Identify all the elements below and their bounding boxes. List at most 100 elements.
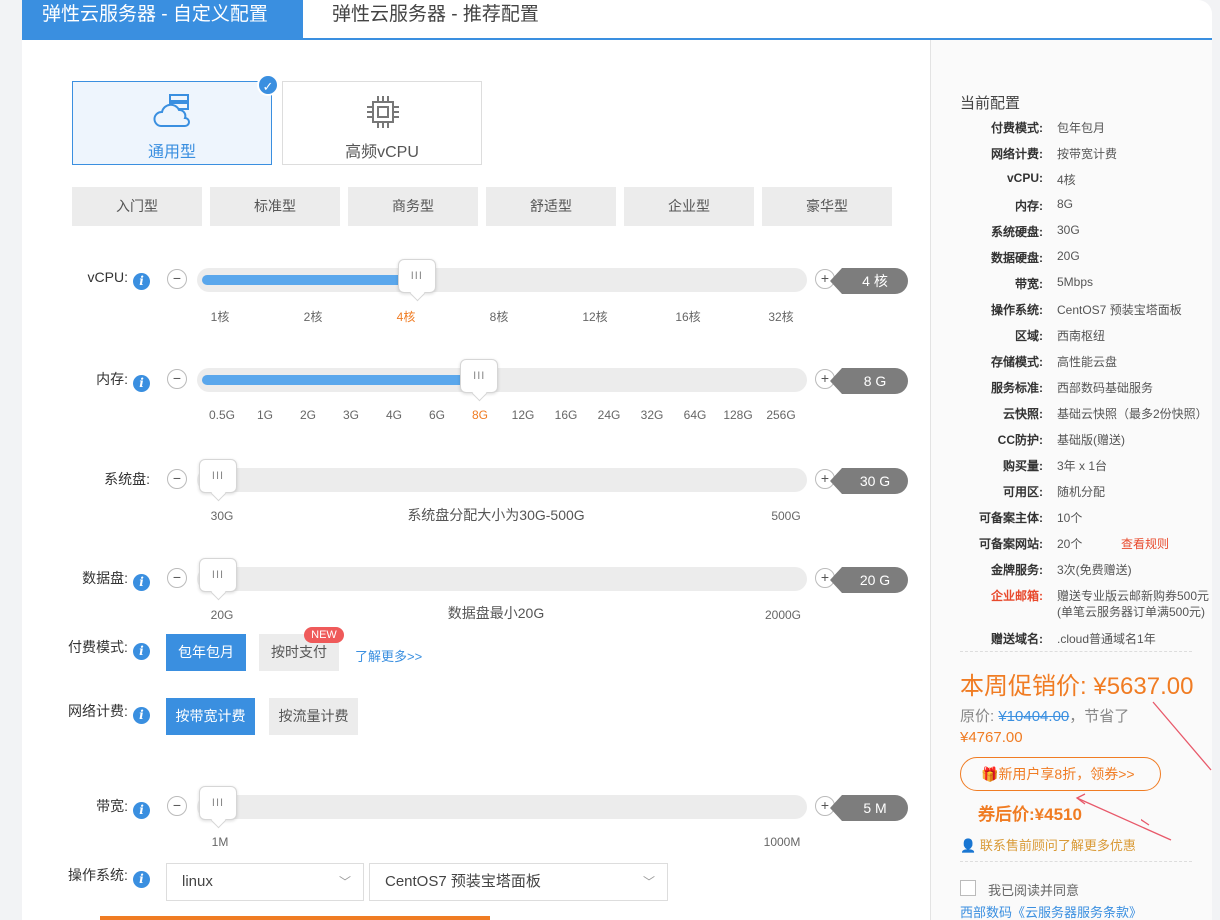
summary-key: 内存: [1015,199,1043,213]
system-disk-max: 500G [771,509,801,523]
bandwidth-value-tag: 5 M [830,795,908,821]
summary-value: 高性能云盘 [1057,355,1118,369]
data-disk-min: 20G [210,608,234,622]
vcpu-slider-track[interactable]: III [197,259,807,293]
os-image-select[interactable]: CentOS7 预装宝塔面板 ﹀ [369,863,668,901]
info-icon[interactable]: i [133,574,150,591]
summary-domain-key: 赠送域名: [991,632,1043,646]
vcpu-value-tag: 4 核 [830,268,908,294]
vcpu-tick-label: 32核 [768,310,794,324]
memory-tick-label: 32G [640,408,664,422]
system-disk-label: 系统盘: [104,471,150,487]
os-family-select[interactable]: linux ﹀ [166,863,364,901]
info-icon[interactable]: i [133,802,150,819]
new-badge: NEW [304,627,344,643]
preset-business[interactable]: 商务型 [348,187,478,226]
summary-key: 金牌服务: [991,563,1043,577]
network-label-wrap: 网络计费: i [68,701,150,724]
vcpu-slider-handle[interactable]: III [397,259,436,293]
system-disk-minus-button[interactable]: − [167,469,187,489]
payment-label-wrap: 付费模式: i [68,637,150,660]
memory-tick-label: 24G [597,408,621,422]
summary-value: 3年 x 1台 [1057,459,1108,473]
summary-key: vCPU: [1006,171,1043,185]
summary-domain-value: .cloud普通域名1年 [1057,632,1156,646]
cpu-chip-icon [367,96,399,128]
summary-value: 西部数码基础服务 [1057,381,1154,395]
preset-entry[interactable]: 入门型 [72,187,202,226]
info-icon[interactable]: i [132,707,150,724]
network-bandwidth-button[interactable]: 按带宽计费 [166,698,255,735]
summary-sidebar: 当前配置 付费模式: 包年包月 网络计费: 按带宽计费 vCPU: 4核 内存: 8G 系统硬盘… [930,40,1212,920]
info-icon[interactable]: i [132,643,150,660]
summary-key: 付费模式: [991,121,1043,135]
system-disk-value-tag: 30 G [830,468,908,494]
bandwidth-minus-button[interactable]: − [167,796,187,816]
summary-value: 5Mbps [1057,275,1094,289]
memory-tick-label: 3G [342,408,360,422]
preset-comfort[interactable]: 舒适型 [486,187,616,226]
memory-tick-label: 128G [723,408,753,422]
bandwidth-max: 1000M [763,835,801,849]
type-card-general[interactable]: 通用型 ✓ [72,74,279,165]
check-icon: ✓ [257,74,279,96]
memory-value-tag: 8 G [830,368,908,394]
preset-enterprise[interactable]: 企业型 [624,187,754,226]
summary-key: 云快照: [1003,407,1043,421]
info-icon[interactable]: i [132,871,150,888]
summary-key: 系统硬盘: [991,225,1043,239]
system-disk-slider-track[interactable]: III [197,459,807,493]
preset-luxury[interactable]: 豪华型 [762,187,892,226]
tab-recommended-config[interactable]: 弹性云服务器 - 推荐配置 [312,0,559,38]
agree-checkbox[interactable] [960,880,976,896]
vcpu-ticks: 1核 2核 4核 8核 12核 16核 32核 [22,308,930,328]
summary-key: 可用区: [1003,485,1043,499]
vcpu-tick-label: 4核 [396,310,416,324]
memory-label-text: 内存: [96,371,128,387]
summary-key: 操作系统: [991,303,1043,317]
annotation-arrow [1075,793,1172,841]
terms-link[interactable]: 西部数码《云服务器服务条款》 [960,902,1142,920]
memory-slider-handle[interactable]: III [460,359,499,393]
orig-label: 原价: [960,708,995,725]
summary-value: 4核 [1057,173,1076,187]
chevron-down-icon: ﹀ [338,875,351,889]
bandwidth-label: 带宽: i [40,796,150,819]
payment-yearly-button[interactable]: 包年包月 [166,634,246,671]
summary-key: 服务标准: [991,381,1043,395]
bandwidth-slider-handle[interactable]: III [199,786,237,820]
data-disk-max: 2000G [764,608,802,622]
data-disk-hint: 数据盘最小20G [447,605,545,621]
memory-tick-label: 6G [428,408,446,422]
vcpu-tick-label: 1核 [210,310,230,324]
promo-label: 本周促销价: [960,673,1087,700]
chevron-down-icon: ﹀ [642,875,655,889]
memory-minus-button[interactable]: − [167,369,187,389]
info-icon[interactable]: i [133,375,150,392]
info-icon[interactable]: i [133,273,150,290]
divider [960,651,1192,652]
vcpu-tick-label: 16核 [675,310,701,324]
summary-value: 8G [1057,197,1074,211]
bandwidth-slider-track[interactable]: III [197,786,807,820]
type-card-high-freq[interactable]: 高频vCPU [282,81,482,165]
system-disk-slider-handle[interactable]: III [199,459,237,493]
summary-mail-key: 企业邮箱: [991,589,1043,603]
learn-more-link[interactable]: 了解更多>> [355,646,422,665]
divider [960,861,1192,862]
os-image-value: CentOS7 预装宝塔面板 [385,873,541,890]
vcpu-minus-button[interactable]: − [167,269,187,289]
view-rules-link[interactable]: 查看规则 [1121,535,1169,552]
memory-slider-track[interactable]: III [197,359,807,393]
data-disk-slider-track[interactable]: III [197,558,807,592]
vcpu-slider-fill [202,275,417,285]
tab-custom-config[interactable]: 弹性云服务器 - 自定义配置 [22,0,303,38]
data-disk-slider-handle[interactable]: III [199,558,237,592]
data-disk-minus-button[interactable]: − [167,568,187,588]
summary-key: 数据硬盘: [991,251,1043,265]
memory-tick-label: 0.5G [208,408,236,422]
type-card-label: 高频vCPU [345,144,419,161]
preset-standard[interactable]: 标准型 [210,187,340,226]
network-traffic-button[interactable]: 按流量计费 [269,698,358,735]
config-panel: 弹性云服务器 - 自定义配置 弹性云服务器 - 推荐配置 通用型 ✓ 高频vCP… [22,0,1212,920]
